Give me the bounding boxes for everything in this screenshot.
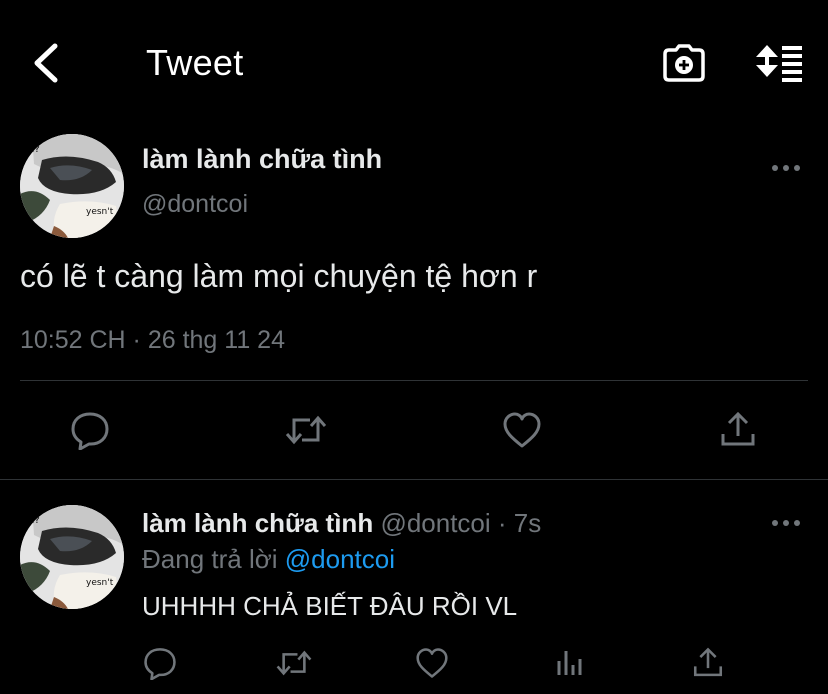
- avatar[interactable]: od? yesn't: [20, 134, 124, 238]
- avatar-text-bottom: yesn't: [86, 578, 114, 588]
- retweet-button[interactable]: [272, 641, 316, 685]
- author-name[interactable]: làm lành chữa tình: [142, 144, 382, 175]
- sort-lines-icon: [756, 45, 802, 82]
- back-button[interactable]: [24, 38, 68, 88]
- retweet-icon: [285, 415, 327, 445]
- sort-button[interactable]: [752, 38, 808, 88]
- avatar-text-top: od?: [22, 515, 40, 526]
- share-icon: [693, 647, 723, 677]
- avatar-text-top: od?: [22, 144, 40, 155]
- like-button[interactable]: [500, 408, 544, 452]
- analytics-icon: [557, 651, 582, 675]
- page-title: Tweet: [146, 42, 244, 83]
- replying-to: Đang trả lời @dontcoi: [142, 544, 395, 575]
- reply-icon: [71, 412, 109, 450]
- mention-link[interactable]: @dontcoi: [285, 544, 395, 574]
- divider: [20, 380, 808, 381]
- reply-button[interactable]: [68, 408, 112, 452]
- avatar-image: od? yesn't: [20, 134, 124, 238]
- avatar[interactable]: od? yesn't: [20, 505, 124, 609]
- camera-plus-icon: [663, 44, 705, 82]
- section-divider: [0, 479, 828, 480]
- top-bar: Tweet: [0, 0, 828, 120]
- analytics-button[interactable]: [548, 641, 592, 685]
- author-handle-time[interactable]: @dontcoi · 7s: [380, 508, 541, 538]
- share-button[interactable]: [716, 408, 760, 452]
- more-options-button[interactable]: [764, 511, 808, 535]
- replying-prefix: Đang trả lời: [142, 544, 285, 574]
- back-chevron-icon: [34, 43, 58, 83]
- more-dots-icon: [772, 520, 800, 526]
- tweet-text: có lẽ t càng làm mọi chuyện tệ hơn r: [20, 258, 538, 294]
- tweet-text: UHHHH CHẢ BIẾT ĐÂU RỒI VL: [142, 591, 518, 621]
- avatar-image: od? yesn't: [20, 505, 124, 609]
- reply-icon: [144, 648, 176, 680]
- tweet-timestamp: 10:52 CH · 26 thg 11 24: [20, 326, 285, 354]
- more-dots-icon: [772, 165, 800, 171]
- camera-button[interactable]: [660, 38, 708, 88]
- reply-header: làm lành chữa tình @dontcoi · 7s: [142, 508, 541, 539]
- like-icon: [416, 648, 448, 678]
- author-handle[interactable]: @dontcoi: [142, 190, 248, 219]
- reply-button[interactable]: [138, 641, 182, 685]
- share-icon: [721, 411, 755, 446]
- share-button[interactable]: [686, 641, 730, 685]
- like-icon: [503, 412, 541, 448]
- retweet-icon: [276, 650, 312, 676]
- avatar-text-bottom: yesn't: [86, 207, 114, 217]
- author-name[interactable]: làm lành chữa tình: [142, 508, 373, 538]
- retweet-button[interactable]: [284, 408, 328, 452]
- more-options-button[interactable]: [764, 156, 808, 180]
- like-button[interactable]: [410, 641, 454, 685]
